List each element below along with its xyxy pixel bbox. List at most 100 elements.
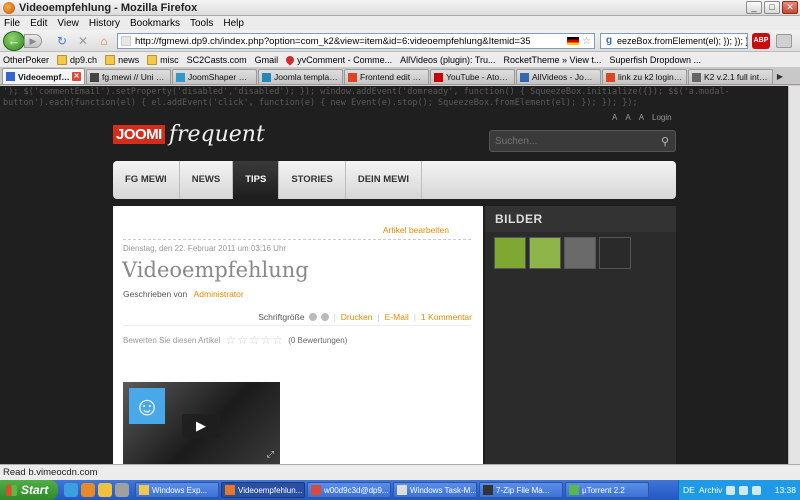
stop-icon[interactable]: ✕ <box>76 34 90 48</box>
bookmark-item[interactable]: RocketTheme » View t... <box>504 55 602 65</box>
bookmark-item[interactable]: OtherPoker <box>3 55 49 65</box>
taskbar-button[interactable]: Windows Exp... <box>135 482 219 498</box>
windows-logo-icon <box>6 484 17 496</box>
menu-edit[interactable]: Edit <box>30 18 47 29</box>
bookmark-item[interactable]: news <box>105 54 139 65</box>
quick-launch-icon[interactable] <box>115 483 129 497</box>
gallery-thumbnail[interactable] <box>564 237 596 269</box>
taskbar-button[interactable]: Videoempfehlun... <box>221 482 305 498</box>
edit-article-link[interactable]: Artikel bearbeiten <box>383 225 449 235</box>
quick-launch-icon[interactable] <box>81 483 95 497</box>
address-bar[interactable]: ☆ <box>117 33 595 49</box>
gallery-thumbnail[interactable] <box>494 237 526 269</box>
extension-button[interactable] <box>776 34 792 48</box>
menu-tools[interactable]: Tools <box>190 18 213 29</box>
play-button[interactable]: ▶ <box>182 414 220 438</box>
nav-item-stories[interactable]: STORIES <box>279 161 346 199</box>
font-small-link[interactable]: A <box>612 113 617 122</box>
font-decrease-icon[interactable] <box>308 313 317 321</box>
nav-item-tips[interactable]: TIPS <box>233 161 280 199</box>
tray-icon[interactable] <box>726 485 736 495</box>
bookmark-item[interactable]: dp9.ch <box>57 54 97 65</box>
google-icon[interactable]: g <box>603 35 615 47</box>
nav-item-fg-mewi[interactable]: FG MEWI <box>113 161 180 199</box>
search-bar[interactable]: g <box>600 33 748 49</box>
window-controls: _ □ ✕ <box>746 1 798 14</box>
video-player[interactable]: ☺ ▶ ⤢ <box>123 382 280 464</box>
clock: 13:38 <box>774 485 796 495</box>
page-scrollbar[interactable] <box>788 86 800 464</box>
adblock-button[interactable]: ABP <box>752 33 770 49</box>
comments-link[interactable]: 1 Kommentar <box>421 312 472 322</box>
font-medium-link[interactable]: A <box>625 113 630 122</box>
bookmark-item[interactable]: SC2Casts.com <box>187 55 247 65</box>
site-search-input[interactable] <box>495 135 661 147</box>
heart-icon <box>284 53 296 66</box>
menu-help[interactable]: Help <box>223 18 244 29</box>
taskbar-button[interactable]: w00d9c3d@dp9... <box>307 482 391 498</box>
menu-bookmarks[interactable]: Bookmarks <box>130 18 180 29</box>
bookmark-item[interactable]: yvComment - Comme... <box>284 53 392 66</box>
close-tab-icon[interactable]: ✕ <box>72 72 81 81</box>
tab-strip: Videoempfe...✕ fg.mewi // Uni Basel... Joo… <box>0 68 800 85</box>
nav-item-dein-mewi[interactable]: DEIN MEWI <box>346 161 423 199</box>
folder-icon <box>57 54 68 65</box>
browser-tab[interactable]: Joomla template clu... <box>258 69 343 84</box>
maximize-button[interactable]: □ <box>764 1 780 14</box>
bookmark-item[interactable]: Gmail <box>255 55 279 65</box>
font-increase-icon[interactable] <box>320 313 329 321</box>
tab-favicon-icon <box>692 72 701 82</box>
back-button[interactable]: ← <box>3 31 25 51</box>
menu-file[interactable]: File <box>4 18 20 29</box>
browser-tab[interactable]: K2 v.2.1 full integra... <box>688 69 773 84</box>
menu-view[interactable]: View <box>57 18 79 29</box>
language-indicator[interactable]: DE <box>683 485 695 495</box>
reload-icon[interactable]: ↻ <box>55 34 69 48</box>
bookmark-item[interactable]: misc <box>147 54 179 65</box>
tab-scroll-right-icon[interactable]: ▶ <box>774 69 786 84</box>
tray-icon[interactable] <box>739 485 749 495</box>
forward-button[interactable]: ▶ <box>24 34 42 48</box>
login-link[interactable]: Login <box>652 113 672 122</box>
search-input[interactable] <box>617 36 747 46</box>
separator: | <box>377 312 380 322</box>
quick-launch-icon[interactable] <box>64 483 78 497</box>
start-button[interactable]: Start <box>0 480 58 500</box>
search-icon[interactable]: ⚲ <box>661 135 675 148</box>
menu-history[interactable]: History <box>89 18 120 29</box>
gallery-thumbnail[interactable] <box>599 237 631 269</box>
quick-launch-icon[interactable] <box>98 483 112 497</box>
task-label: Windows Task-M... <box>410 485 477 495</box>
browser-tab[interactable]: JoomShaper Demo ... <box>172 69 257 84</box>
minimize-button[interactable]: _ <box>746 1 762 14</box>
browser-tab[interactable]: link zu k2 login - Go... <box>602 69 687 84</box>
browser-tab[interactable]: Frontend edit k2 ite... <box>344 69 429 84</box>
site-logo[interactable]: JOOMI frequent <box>113 122 265 147</box>
author-link[interactable]: Administrator <box>194 289 244 299</box>
taskbar-button[interactable]: µTorrent 2.2 <box>565 482 649 498</box>
site-search[interactable]: ⚲ <box>489 130 676 152</box>
gallery-thumbnail[interactable] <box>529 237 561 269</box>
browser-tab[interactable]: Videoempfe... ✕ <box>2 68 85 84</box>
bookmark-star-icon[interactable]: ☆ <box>582 36 591 47</box>
tray-icon[interactable] <box>752 485 762 495</box>
close-window-button[interactable]: ✕ <box>782 1 798 14</box>
browser-tab[interactable]: fg.mewi // Uni Basel... <box>86 69 171 84</box>
bookmark-item[interactable]: Superfish Dropdown ... <box>609 55 701 65</box>
email-link[interactable]: E-Mail <box>385 312 409 322</box>
url-input[interactable] <box>135 35 568 47</box>
browser-tab[interactable]: YouTube - Atomica-... <box>430 69 515 84</box>
rating-stars[interactable]: ☆☆☆☆☆ <box>225 333 284 347</box>
bookmark-item[interactable]: AllVideos (plugin): Tru... <box>400 55 495 65</box>
browser-tab[interactable]: AllVideos - Joomla!... <box>516 69 601 84</box>
bookmark-label: RocketTheme » View t... <box>503 54 602 65</box>
font-large-link[interactable]: A <box>639 113 644 122</box>
bookmark-label: OtherPoker <box>3 54 50 65</box>
taskbar-button[interactable]: 7-Zip File Ma... <box>479 482 563 498</box>
archiv-label[interactable]: Archiv <box>699 485 723 495</box>
nav-item-news[interactable]: NEWS <box>180 161 234 199</box>
home-icon[interactable]: ⌂ <box>97 34 111 48</box>
taskbar-button[interactable]: Windows Task-M... <box>393 482 477 498</box>
print-link[interactable]: Drucken <box>341 312 373 322</box>
fullscreen-icon[interactable]: ⤢ <box>267 449 274 460</box>
